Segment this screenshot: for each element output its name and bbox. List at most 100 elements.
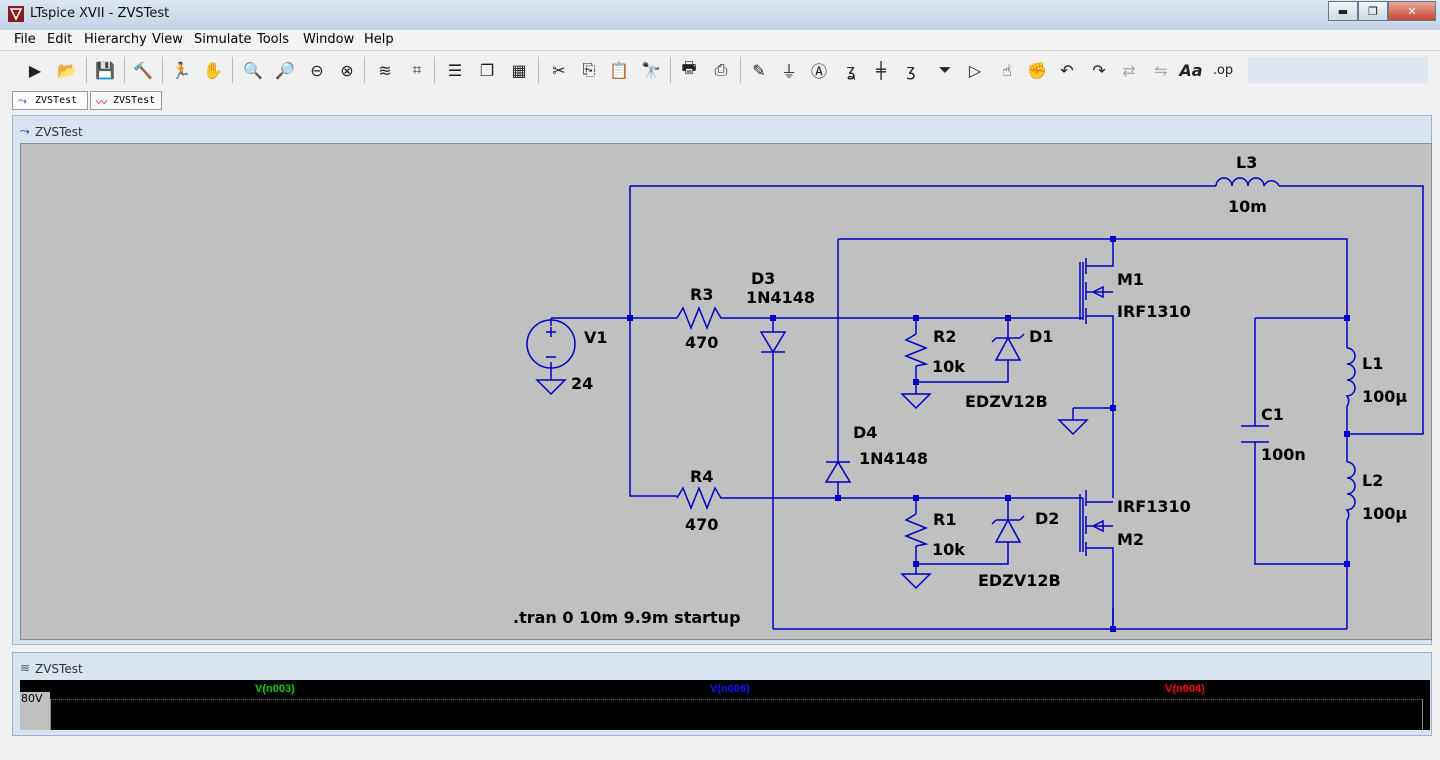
- redo-icon[interactable]: ↷: [1086, 57, 1112, 83]
- label-m1-name: M1: [1117, 270, 1144, 289]
- waveform-pane[interactable]: V(n003) V(n006) V(n004) 80V: [20, 680, 1430, 730]
- label-r2-value: 10k: [932, 357, 965, 376]
- label-r1-value: 10k: [932, 540, 965, 559]
- label-l3-value: 10m: [1228, 197, 1267, 216]
- component-icon[interactable]: ▷: [962, 57, 988, 83]
- spice-directive-icon[interactable]: .op: [1210, 57, 1236, 83]
- open-icon[interactable]: 📂: [54, 57, 80, 83]
- tile-vertical-icon[interactable]: ▦: [506, 57, 532, 83]
- toolbar-separator: [670, 57, 671, 83]
- cascade-icon[interactable]: ❐: [474, 57, 500, 83]
- label-d1-value: EDZV12B: [965, 392, 1048, 411]
- find-icon[interactable]: 🔭: [638, 57, 664, 83]
- mirror-icon[interactable]: ⇋: [1148, 57, 1174, 83]
- text-icon[interactable]: Aa: [1178, 57, 1204, 83]
- label-v1-name: V1: [584, 328, 608, 347]
- zoom-fit-icon[interactable]: ⊗: [334, 57, 360, 83]
- spice-directive[interactable]: .tran 0 10m 9.9m startup: [513, 608, 741, 627]
- print-preview-icon[interactable]: ⎙: [708, 57, 734, 83]
- trace-label-n004[interactable]: V(n004): [1165, 683, 1205, 695]
- menu-simulate[interactable]: Simulate: [194, 32, 251, 47]
- waveform-icon: 〰: [96, 96, 107, 109]
- halt-icon[interactable]: ✋: [200, 57, 226, 83]
- tab-schematic[interactable]: ⤳ ZVSTest: [12, 91, 88, 110]
- status-bar: [0, 738, 1440, 760]
- undo-icon[interactable]: ↶: [1054, 57, 1080, 83]
- capacitor-icon[interactable]: ╪: [868, 57, 894, 83]
- toolbar-separator: [124, 57, 125, 83]
- label-m1-value: IRF1310: [1117, 302, 1191, 321]
- document-tabs: ⤳ ZVSTest 〰 ZVSTest: [0, 88, 1440, 112]
- close-button[interactable]: ✕: [1388, 1, 1436, 21]
- voltage-source-symbol: [526, 319, 576, 396]
- menu-edit[interactable]: Edit: [47, 32, 72, 47]
- zoom-out-icon[interactable]: ⊖: [304, 57, 330, 83]
- diode-icon[interactable]: ⏷: [932, 57, 958, 83]
- label-l1-value: 100µ: [1362, 387, 1407, 406]
- maximize-button[interactable]: ❐: [1358, 1, 1388, 21]
- tile-horizontal-icon[interactable]: ☰: [442, 57, 468, 83]
- ground-icon[interactable]: ⏚: [776, 57, 802, 83]
- zoom-in-icon[interactable]: 🔍: [240, 57, 266, 83]
- paste-icon[interactable]: 📋: [606, 57, 632, 83]
- rotate-icon[interactable]: ⇄: [1116, 57, 1142, 83]
- resistor-icon[interactable]: ʓ: [838, 57, 864, 83]
- copy-icon[interactable]: ⎘: [576, 57, 602, 83]
- save-icon[interactable]: 💾: [92, 57, 118, 83]
- toolbar-separator: [232, 57, 233, 83]
- new-schematic-icon[interactable]: ▶: [22, 57, 48, 83]
- plot-gridline: [50, 699, 1422, 701]
- label-l3-name: L3: [1236, 153, 1257, 172]
- ltspice-logo-icon: [8, 6, 24, 22]
- waveform-icon: ≋: [20, 661, 31, 675]
- label-m2-value: IRF1310: [1117, 497, 1191, 516]
- cut-icon[interactable]: ✂: [546, 57, 572, 83]
- run-sim-icon[interactable]: 🏃: [168, 57, 194, 83]
- plot-axis-line: [50, 699, 51, 730]
- zoom-pan-icon[interactable]: 🔎: [272, 57, 298, 83]
- menu-hierarchy[interactable]: Hierarchy: [84, 32, 147, 47]
- trace-label-n003[interactable]: V(n003): [255, 683, 295, 695]
- label-v1-value: 24: [571, 374, 593, 393]
- label-d2-value: EDZV12B: [978, 571, 1061, 590]
- delete-trace-icon[interactable]: ⌗: [404, 57, 430, 83]
- move-icon[interactable]: ☝: [994, 57, 1020, 83]
- control-panel-icon[interactable]: 🔨: [130, 57, 156, 83]
- schematic-icon: ⤳: [20, 124, 30, 138]
- schematic-window-title: ZVSTest: [35, 125, 83, 139]
- inductor-symbols: [1215, 177, 1356, 521]
- label-r1-name: R1: [933, 510, 956, 529]
- menu-window[interactable]: Window: [303, 32, 354, 47]
- window-title: LTspice XVII - ZVSTest: [30, 6, 170, 21]
- tab-waveform[interactable]: 〰 ZVSTest: [90, 91, 162, 110]
- toolbar-separator: [740, 57, 741, 83]
- menu-help[interactable]: Help: [364, 32, 394, 47]
- menu-tools[interactable]: Tools: [257, 32, 289, 47]
- trace-label-n006[interactable]: V(n006): [710, 683, 750, 695]
- plot-window-title: ZVSTest: [35, 662, 83, 676]
- menu-file[interactable]: File: [14, 32, 36, 47]
- menu-view[interactable]: View: [152, 32, 183, 47]
- schematic-icon: ⤳: [18, 94, 27, 107]
- label-l1-name: L1: [1362, 354, 1383, 373]
- label-r3-value: 470: [685, 333, 718, 352]
- label-r3-name: R3: [690, 285, 713, 304]
- wire-icon[interactable]: ✎: [746, 57, 772, 83]
- schematic-canvas[interactable]: L3 10m V1 24 R3 470 D3 1N4148 R2 10k D1 …: [20, 143, 1432, 640]
- title-bar: LTspice XVII - ZVSTest ▬ ❐ ✕: [0, 0, 1440, 31]
- plot-axis-line: [1422, 699, 1423, 730]
- ground-symbols: [900, 393, 1089, 590]
- minimize-button[interactable]: ▬: [1328, 1, 1358, 21]
- label-c1-value: 100n: [1261, 445, 1306, 464]
- autorange-icon[interactable]: ≋: [372, 57, 398, 83]
- y-axis-tick-label: 80V: [21, 692, 43, 705]
- label-r4-value: 470: [685, 515, 718, 534]
- print-icon[interactable]: 🖶: [676, 57, 702, 83]
- toolbar-filler: [1248, 57, 1428, 83]
- drag-icon[interactable]: ✊: [1024, 57, 1050, 83]
- label-d4-name: D4: [853, 423, 877, 442]
- capacitor-symbol: [1241, 425, 1269, 443]
- inductor-icon[interactable]: ʒ: [898, 57, 924, 83]
- label-d1-name: D1: [1029, 327, 1053, 346]
- label-icon[interactable]: Ⓐ: [806, 57, 832, 83]
